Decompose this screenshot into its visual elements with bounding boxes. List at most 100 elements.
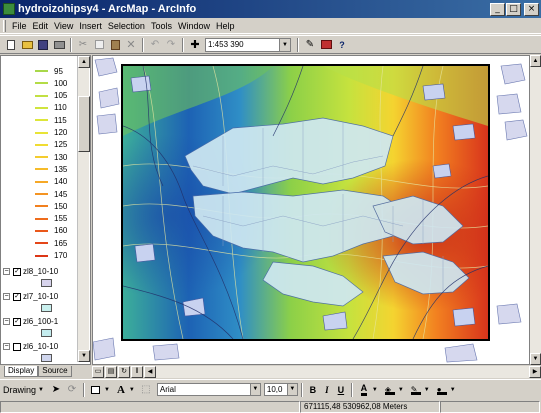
- chevron-down-icon[interactable]: ▼: [129, 387, 135, 393]
- layer-item[interactable]: − ✓ zl7_10-10: [1, 291, 58, 303]
- chevron-down-icon[interactable]: ▼: [249, 384, 260, 395]
- bold-button[interactable]: B: [306, 385, 320, 395]
- select-elements-button[interactable]: ➤: [49, 383, 63, 397]
- menu-view[interactable]: View: [51, 21, 76, 31]
- chevron-down-icon[interactable]: ▼: [398, 387, 404, 393]
- menu-window[interactable]: Window: [175, 21, 213, 31]
- collapse-icon[interactable]: −: [3, 318, 10, 326]
- open-icon: [21, 40, 33, 49]
- copy-button[interactable]: [92, 38, 106, 52]
- chevron-down-icon[interactable]: ▼: [372, 387, 378, 393]
- layer-name[interactable]: zl8_10-10: [23, 267, 58, 276]
- chevron-down-icon[interactable]: ▼: [450, 387, 456, 393]
- cut-button[interactable]: ✂: [76, 38, 90, 52]
- menu-edit[interactable]: Edit: [30, 21, 52, 31]
- fill-color-button[interactable]: ◈: [383, 383, 397, 397]
- menu-file[interactable]: File: [9, 21, 30, 31]
- italic-button[interactable]: I: [320, 385, 334, 395]
- map-scale-combo[interactable]: 1:453 390 ▼: [205, 37, 291, 52]
- layer-name[interactable]: zl6_100-1: [23, 317, 58, 326]
- redo-button[interactable]: ↷: [164, 38, 178, 52]
- legend-line-symbol: [35, 94, 48, 97]
- scroll-up-icon[interactable]: ▲: [530, 55, 541, 67]
- legend-item: 160: [1, 225, 67, 237]
- underline-button[interactable]: U: [334, 385, 348, 395]
- scroll-down-icon[interactable]: ▼: [78, 350, 90, 362]
- scroll-up-icon[interactable]: ▲: [78, 56, 90, 68]
- copy-icon: [94, 40, 104, 49]
- new-text-button[interactable]: A: [114, 383, 128, 397]
- minimize-button[interactable]: _: [490, 2, 505, 16]
- open-button[interactable]: [20, 38, 34, 52]
- whats-this-icon: ?: [339, 39, 345, 50]
- collapse-icon[interactable]: −: [3, 293, 10, 301]
- paste-button[interactable]: [108, 38, 122, 52]
- save-button[interactable]: [36, 38, 50, 52]
- data-view-button[interactable]: ▭: [92, 365, 104, 378]
- legend-item: 100: [1, 77, 67, 89]
- menu-selection[interactable]: Selection: [105, 21, 148, 31]
- layer-fill-symbol: [41, 303, 52, 312]
- editor-button[interactable]: ✎: [303, 38, 317, 52]
- shadow-button[interactable]: ⬚: [139, 383, 153, 397]
- pointer-icon: ➤: [51, 384, 61, 395]
- legend-line-symbol: [35, 131, 48, 134]
- map-view[interactable]: [92, 55, 530, 365]
- grip-handle[interactable]: [3, 19, 6, 32]
- layer-name[interactable]: zl7_10-10: [23, 292, 58, 301]
- chevron-down-icon[interactable]: ▼: [286, 384, 297, 395]
- delete-button[interactable]: ✕: [124, 38, 138, 52]
- marker-color-button[interactable]: ●: [435, 383, 449, 397]
- menu-bar: File Edit View Insert Selection Tools Wi…: [0, 18, 541, 34]
- arctoolbox-button[interactable]: [319, 38, 333, 52]
- refresh-view-button[interactable]: ↻: [118, 365, 130, 378]
- close-button[interactable]: ×: [524, 2, 539, 16]
- font-name-value: Arial: [159, 385, 176, 394]
- chevron-down-icon[interactable]: ▼: [424, 387, 430, 393]
- rotate-button[interactable]: ⟳: [65, 383, 79, 397]
- layer-visibility-checkbox[interactable]: ✓: [13, 267, 21, 276]
- map-horizontal-scrollbar[interactable]: ◀ ▶: [144, 365, 541, 378]
- rectangle-button[interactable]: [89, 383, 103, 397]
- font-color-button[interactable]: A: [357, 383, 371, 397]
- chevron-down-icon[interactable]: ▼: [38, 387, 44, 393]
- data-frame[interactable]: [121, 64, 490, 341]
- legend-line-symbol: [35, 180, 48, 183]
- chevron-down-icon[interactable]: ▼: [279, 38, 290, 51]
- drawing-menu[interactable]: Drawing: [3, 385, 36, 395]
- menu-insert[interactable]: Insert: [76, 21, 105, 31]
- legend-label: 165: [54, 238, 68, 248]
- layer-item[interactable]: − ✓ zl8_10-10: [1, 266, 58, 278]
- layer-visibility-checkbox[interactable]: ✓: [13, 317, 21, 326]
- scroll-thumb[interactable]: [78, 96, 90, 152]
- line-color-button[interactable]: ✎: [409, 383, 423, 397]
- chevron-down-icon[interactable]: ▼: [104, 387, 110, 393]
- add-data-button[interactable]: ✚: [188, 38, 202, 52]
- menu-help[interactable]: Help: [213, 21, 238, 31]
- collapse-icon[interactable]: −: [3, 268, 10, 276]
- layer-visibility-checkbox[interactable]: [13, 342, 21, 351]
- font-name-combo[interactable]: Arial ▼: [156, 383, 261, 396]
- font-size-combo[interactable]: 10,0 ▼: [263, 383, 298, 396]
- new-button[interactable]: [4, 38, 18, 52]
- scroll-right-icon[interactable]: ▶: [529, 365, 541, 378]
- collapse-icon[interactable]: −: [3, 343, 10, 351]
- undo-button[interactable]: ↶: [148, 38, 162, 52]
- tab-display[interactable]: Display: [4, 366, 39, 377]
- menu-tools[interactable]: Tools: [148, 21, 175, 31]
- pause-drawing-button[interactable]: ‖: [131, 365, 143, 378]
- scroll-left-icon[interactable]: ◀: [144, 365, 156, 378]
- print-button[interactable]: [52, 38, 66, 52]
- map-scale-value: 1:453 390: [208, 40, 244, 49]
- tab-source[interactable]: Source: [38, 366, 72, 377]
- toc-scrollbar[interactable]: ▲ ▼: [77, 56, 90, 362]
- whats-this-button[interactable]: ?: [335, 38, 349, 52]
- scroll-down-icon[interactable]: ▼: [530, 353, 541, 365]
- map-vertical-scrollbar[interactable]: ▲ ▼: [530, 55, 541, 365]
- maximize-button[interactable]: □: [506, 2, 521, 16]
- layer-name[interactable]: zl6_10-10: [23, 342, 58, 351]
- layer-item[interactable]: − zl6_10-10: [1, 341, 58, 353]
- layer-visibility-checkbox[interactable]: ✓: [13, 292, 21, 301]
- layer-item[interactable]: − ✓ zl6_100-1: [1, 316, 58, 328]
- layout-view-button[interactable]: ▤: [105, 365, 117, 378]
